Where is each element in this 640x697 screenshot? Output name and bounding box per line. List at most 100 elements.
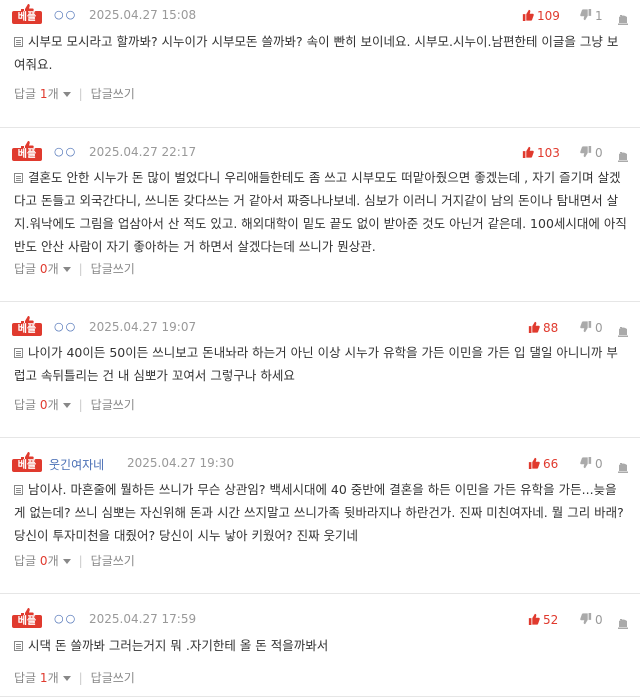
comment-author[interactable]: ○○ [54, 8, 77, 21]
reply-label: 답글 [14, 262, 37, 276]
report-icon[interactable] [618, 147, 628, 166]
reply-unit: 개 [47, 262, 59, 276]
like-icon [528, 457, 543, 471]
like-count: 52 [543, 613, 559, 627]
dislike-button[interactable]: 0 [580, 457, 603, 471]
dislike-icon [580, 613, 595, 627]
dislike-count: 0 [595, 146, 603, 160]
reply-toggle[interactable]: 답글 0개 [14, 398, 71, 412]
write-reply-button[interactable]: 답글쓰기 [91, 87, 135, 101]
best-comment-badge: 베플 [12, 1, 42, 25]
comment-item: 베플 ○○ 2025.04.27 22:17 103 0 결혼도 안한 시누가 … [0, 128, 640, 302]
report-icon[interactable] [618, 614, 628, 633]
chevron-down-icon [62, 676, 71, 681]
write-reply-button[interactable]: 답글쓰기 [91, 671, 135, 685]
dislike-count: 0 [595, 457, 603, 471]
comment-text: 시댁 돈 쓸까봐 그러는거지 뭐 .자기한테 올 돈 적을까봐서 [14, 634, 628, 657]
comment-item: 베플 ○○ 2025.04.27 15:08 109 1 시부모 모시라고 할까… [0, 0, 640, 128]
best-comment-badge: 베플 [12, 313, 42, 337]
best-label: 베플 [12, 459, 42, 472]
best-comment-badge: 베플 [12, 449, 42, 473]
reply-toggle[interactable]: 답글 1개 [14, 671, 71, 685]
dislike-button[interactable]: 1 [580, 9, 603, 23]
chevron-down-icon [62, 403, 71, 408]
reply-count: 1 [39, 87, 48, 101]
comment-footer: 답글 1개 | 답글쓰기 [14, 85, 135, 102]
best-label: 베플 [12, 11, 42, 24]
comment-date: 2025.04.27 19:07 [89, 320, 197, 334]
dislike-icon [580, 457, 595, 471]
dislike-icon [580, 321, 595, 335]
reply-count: 0 [39, 554, 48, 568]
reply-toggle[interactable]: 답글 0개 [14, 262, 71, 276]
comment-item: 베플 ○○ 2025.04.27 17:59 52 0 시댁 돈 쓸까봐 그러는… [0, 594, 640, 697]
write-reply-button[interactable]: 답글쓰기 [91, 554, 135, 568]
reply-toggle[interactable]: 답글 1개 [14, 87, 71, 101]
like-icon [522, 146, 537, 160]
like-count: 103 [537, 146, 560, 160]
like-button[interactable]: 88 [528, 321, 558, 335]
comment-list: 베플 ○○ 2025.04.27 15:08 109 1 시부모 모시라고 할까… [0, 0, 640, 697]
comment-body: 결혼도 안한 시누가 돈 많이 벌었다니 우리애들한테도 좀 쓰고 시부모도 떠… [14, 170, 627, 254]
divider: | [78, 87, 83, 101]
comment-date: 2025.04.27 22:17 [89, 145, 197, 159]
comment-author[interactable]: 웃긴여자네 [49, 456, 104, 473]
reply-count: 0 [39, 398, 48, 412]
comment-item: 베플 웃긴여자네 2025.04.27 19:30 66 0 남이사. 마흔줄에… [0, 438, 640, 594]
document-icon [14, 348, 23, 358]
like-button[interactable]: 109 [522, 9, 560, 23]
comment-footer: 답글 0개 | 답글쓰기 [14, 260, 135, 277]
like-count: 88 [543, 321, 559, 335]
reply-unit: 개 [47, 398, 59, 412]
dislike-icon [580, 9, 595, 23]
comment-text: 시부모 모시라고 할까봐? 시누이가 시부모돈 쓸까봐? 속이 빤히 보이네요.… [14, 30, 628, 76]
document-icon [14, 173, 23, 183]
like-button[interactable]: 52 [528, 613, 558, 627]
comment-author[interactable]: ○○ [54, 145, 77, 158]
reply-toggle[interactable]: 답글 0개 [14, 554, 71, 568]
divider: | [78, 671, 83, 685]
report-icon[interactable] [618, 322, 628, 341]
dislike-count: 0 [595, 613, 603, 627]
dislike-button[interactable]: 0 [580, 146, 603, 160]
comment-footer: 답글 1개 | 답글쓰기 [14, 669, 135, 686]
chevron-down-icon [62, 92, 71, 97]
like-button[interactable]: 66 [528, 457, 558, 471]
comment-body: 시댁 돈 쓸까봐 그러는거지 뭐 .자기한테 올 돈 적을까봐서 [28, 638, 329, 653]
reply-label: 답글 [14, 398, 37, 412]
comment-text: 나이가 40이든 50이든 쓰니보고 돈내놔라 하는거 아닌 이상 시누가 유학… [14, 341, 628, 387]
report-icon[interactable] [618, 10, 628, 29]
write-reply-button[interactable]: 답글쓰기 [91, 398, 135, 412]
dislike-icon [580, 146, 595, 160]
like-count: 66 [543, 457, 559, 471]
best-comment-badge: 베플 [12, 138, 42, 162]
report-icon[interactable] [618, 458, 628, 477]
comment-text: 결혼도 안한 시누가 돈 많이 벌었다니 우리애들한테도 좀 쓰고 시부모도 떠… [14, 166, 628, 258]
like-button[interactable]: 103 [522, 146, 560, 160]
like-count: 109 [537, 9, 560, 23]
comment-author[interactable]: ○○ [54, 320, 77, 333]
like-icon [522, 9, 537, 23]
comment-author[interactable]: ○○ [54, 612, 77, 625]
reply-label: 답글 [14, 671, 37, 685]
best-label: 베플 [12, 615, 42, 628]
comment-body: 시부모 모시라고 할까봐? 시누이가 시부모돈 쓸까봐? 속이 빤히 보이네요.… [14, 34, 619, 72]
reply-unit: 개 [47, 671, 59, 685]
chevron-down-icon [62, 559, 71, 564]
dislike-button[interactable]: 0 [580, 613, 603, 627]
divider: | [78, 554, 83, 568]
dislike-count: 1 [595, 9, 603, 23]
comment-date: 2025.04.27 15:08 [89, 8, 197, 22]
best-comment-badge: 베플 [12, 605, 42, 629]
chevron-down-icon [62, 267, 71, 272]
comment-footer: 답글 0개 | 답글쓰기 [14, 552, 135, 569]
comment-body: 남이사. 마흔줄에 뭘하든 쓰니가 무슨 상관임? 백세시대에 40 중반에 결… [14, 482, 624, 543]
reply-count: 0 [39, 262, 48, 276]
divider: | [78, 262, 83, 276]
write-reply-button[interactable]: 답글쓰기 [91, 262, 135, 276]
reply-label: 답글 [14, 554, 37, 568]
dislike-button[interactable]: 0 [580, 321, 603, 335]
like-icon [528, 321, 543, 335]
reply-unit: 개 [47, 87, 59, 101]
reply-count: 1 [39, 671, 48, 685]
